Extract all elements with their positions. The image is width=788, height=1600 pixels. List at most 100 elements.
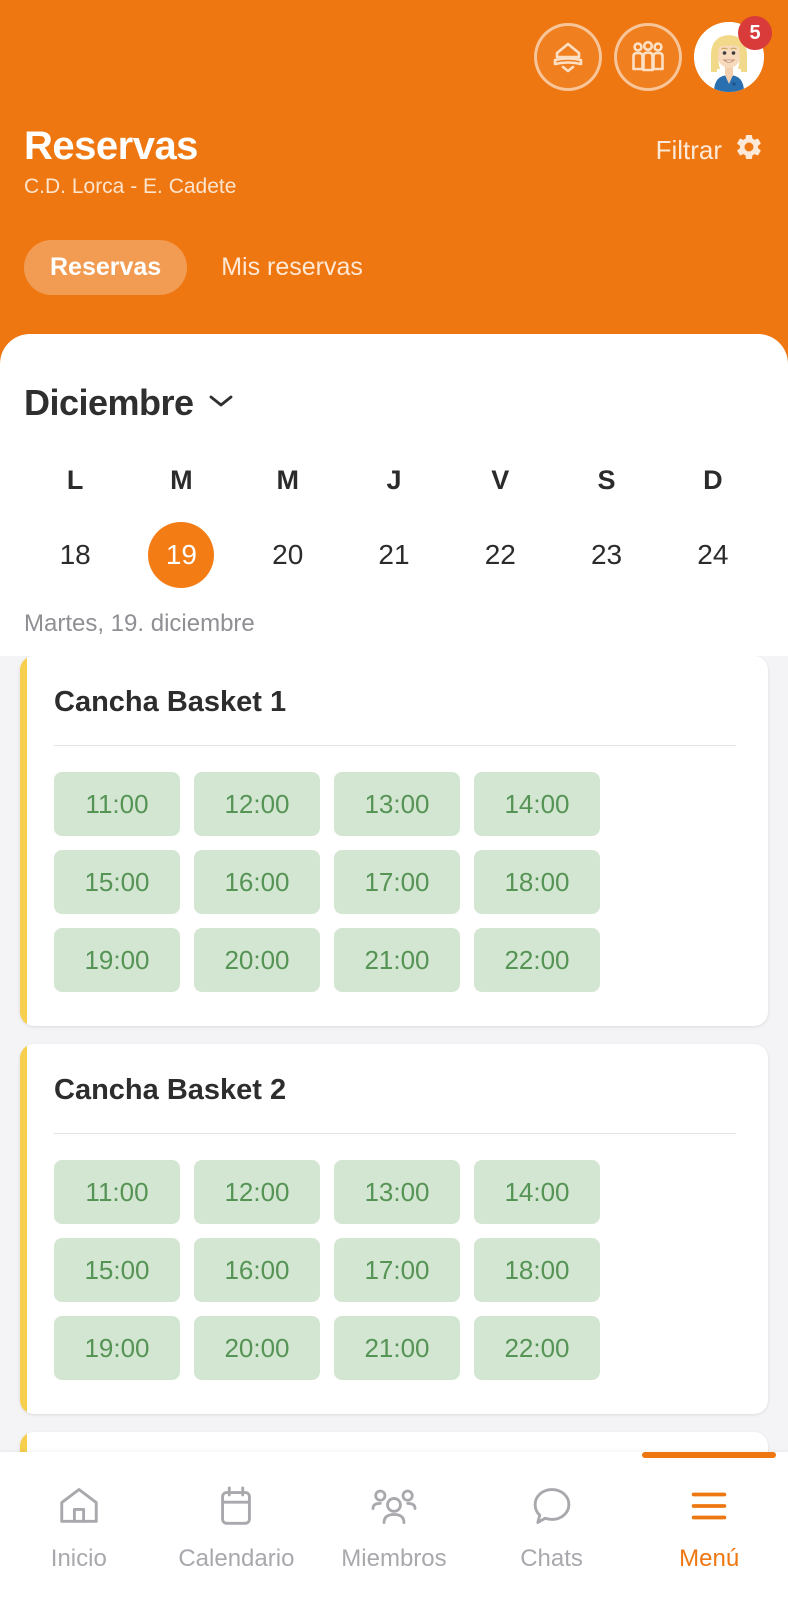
time-slot[interactable]: 12:00 — [194, 772, 320, 836]
team-group-icon[interactable] — [614, 23, 682, 91]
content-sheet: Diciembre L M M J V S D 18 19 20 21 22 2… — [0, 334, 788, 1600]
active-tab-indicator — [642, 1452, 776, 1458]
time-slot[interactable]: 20:00 — [194, 928, 320, 992]
gear-icon — [734, 132, 764, 169]
time-slot[interactable]: 13:00 — [334, 1160, 460, 1224]
date-cell-selected[interactable]: 19 — [128, 522, 234, 588]
calendar-icon — [213, 1479, 259, 1533]
time-slot[interactable]: 22:00 — [474, 928, 600, 992]
court-name: Cancha Basket 1 — [54, 686, 287, 718]
date-cell[interactable]: 23 — [553, 522, 659, 588]
time-slot[interactable]: 14:00 — [474, 772, 600, 836]
nav-label: Inicio — [50, 1545, 107, 1572]
tab-reservas[interactable]: Reservas — [24, 240, 188, 295]
time-slot[interactable]: 22:00 — [474, 1316, 600, 1380]
nav-label: Menú — [679, 1545, 740, 1572]
notification-badge: 5 — [738, 16, 772, 50]
date-number-selected[interactable]: 19 — [148, 522, 215, 588]
header-icon-group: 5 — [534, 16, 772, 92]
time-slot[interactable]: 16:00 — [194, 1238, 320, 1302]
weekday-cell: L — [22, 460, 128, 500]
filter-button[interactable]: Filtrar — [656, 132, 764, 169]
page-subtitle: C.D. Lorca - E. Cadete — [24, 175, 237, 198]
court-card[interactable]: Cancha Basket 2 11:00 12:00 13:00 14:00 … — [20, 1044, 768, 1414]
date-row: 18 19 20 21 22 23 24 — [22, 522, 766, 588]
weekday-cell: M — [235, 460, 341, 500]
time-slot[interactable]: 21:00 — [334, 1316, 460, 1380]
date-cell[interactable]: 21 — [341, 522, 447, 588]
date-cell[interactable]: 20 — [235, 522, 341, 588]
court-name: Cancha Basket 2 — [54, 1074, 287, 1106]
nav-item-menu[interactable]: Menú — [630, 1452, 788, 1600]
weekday-label: D — [703, 465, 723, 495]
time-slot[interactable]: 19:00 — [54, 1316, 180, 1380]
court-list: Cancha Basket 1 11:00 12:00 13:00 14:00 … — [0, 656, 788, 1516]
nav-label: Calendario — [178, 1545, 295, 1572]
time-slot[interactable]: 18:00 — [474, 850, 600, 914]
time-slot[interactable]: 16:00 — [194, 850, 320, 914]
time-slot[interactable]: 17:00 — [334, 850, 460, 914]
divider — [54, 745, 736, 746]
title-block: Reservas C.D. Lorca - E. Cadete — [24, 124, 236, 199]
chevron-down-icon — [208, 393, 234, 414]
weekday-label: M — [276, 465, 299, 495]
divider — [54, 1133, 736, 1134]
page-title: Reservas — [24, 124, 198, 168]
date-number[interactable]: 24 — [680, 522, 746, 588]
tab-mis-reservas[interactable]: Mis reservas — [195, 240, 389, 295]
date-number[interactable]: 20 — [255, 522, 321, 588]
week-calendar: L M M J V S D 18 19 20 21 22 23 24 — [0, 424, 788, 588]
nav-item-chats[interactable]: Chats — [473, 1452, 631, 1600]
time-slot[interactable]: 11:00 — [54, 1160, 180, 1224]
month-selector[interactable]: Diciembre — [0, 334, 788, 424]
weekday-header-row: L M M J V S D — [22, 460, 766, 500]
time-slot-group: 11:00 12:00 13:00 14:00 15:00 16:00 17:0… — [54, 772, 736, 992]
date-number[interactable]: 21 — [361, 522, 427, 588]
time-slot[interactable]: 18:00 — [474, 1238, 600, 1302]
time-slot[interactable]: 12:00 — [194, 1160, 320, 1224]
time-slot-group: 11:00 12:00 13:00 14:00 15:00 16:00 17:0… — [54, 1160, 736, 1380]
header-title-row: Reservas C.D. Lorca - E. Cadete Filtrar — [24, 124, 764, 199]
nav-label: Chats — [520, 1545, 583, 1572]
user-avatar-wrapper[interactable]: 5 — [694, 16, 772, 92]
nav-label: Miembros — [341, 1545, 447, 1572]
date-cell[interactable]: 22 — [447, 522, 553, 588]
weekday-cell: M — [128, 460, 234, 500]
nav-item-calendario[interactable]: Calendario — [158, 1452, 316, 1600]
weekday-cell: J — [341, 460, 447, 500]
weekday-label: M — [170, 465, 193, 495]
bottom-navigation: Inicio Calendario Miembros Chats Menú — [0, 1452, 788, 1600]
court-card[interactable]: Cancha Basket 1 11:00 12:00 13:00 14:00 … — [20, 656, 768, 1026]
time-slot[interactable]: 21:00 — [334, 928, 460, 992]
hamburger-menu-icon — [686, 1479, 732, 1533]
people-icon — [370, 1479, 418, 1533]
weekday-cell: S — [553, 460, 659, 500]
month-name: Diciembre — [24, 382, 194, 423]
nav-item-miembros[interactable]: Miembros — [315, 1452, 473, 1600]
club-shield-icon[interactable] — [534, 23, 602, 91]
time-slot[interactable]: 17:00 — [334, 1238, 460, 1302]
time-slot[interactable]: 19:00 — [54, 928, 180, 992]
weekday-cell: D — [660, 460, 766, 500]
chat-bubble-icon — [529, 1479, 575, 1533]
weekday-label: S — [597, 465, 616, 495]
time-slot[interactable]: 15:00 — [54, 1238, 180, 1302]
date-cell[interactable]: 18 — [22, 522, 128, 588]
date-number[interactable]: 22 — [467, 522, 533, 588]
home-icon — [56, 1479, 102, 1533]
date-number[interactable]: 18 — [42, 522, 108, 588]
time-slot[interactable]: 15:00 — [54, 850, 180, 914]
app-root: 5 Reservas C.D. Lorca - E. Cadete Filtra… — [0, 0, 788, 1600]
time-slot[interactable]: 13:00 — [334, 772, 460, 836]
time-slot[interactable]: 14:00 — [474, 1160, 600, 1224]
filter-label: Filtrar — [655, 135, 722, 165]
time-slot[interactable]: 20:00 — [194, 1316, 320, 1380]
date-number[interactable]: 23 — [574, 522, 640, 588]
weekday-label: L — [66, 465, 84, 495]
nav-item-inicio[interactable]: Inicio — [0, 1452, 158, 1600]
weekday-label: J — [386, 465, 402, 495]
date-cell[interactable]: 24 — [660, 522, 766, 588]
selected-day-label: Martes, 19. diciembre — [24, 610, 255, 637]
time-slot[interactable]: 11:00 — [54, 772, 180, 836]
weekday-cell: V — [447, 460, 553, 500]
